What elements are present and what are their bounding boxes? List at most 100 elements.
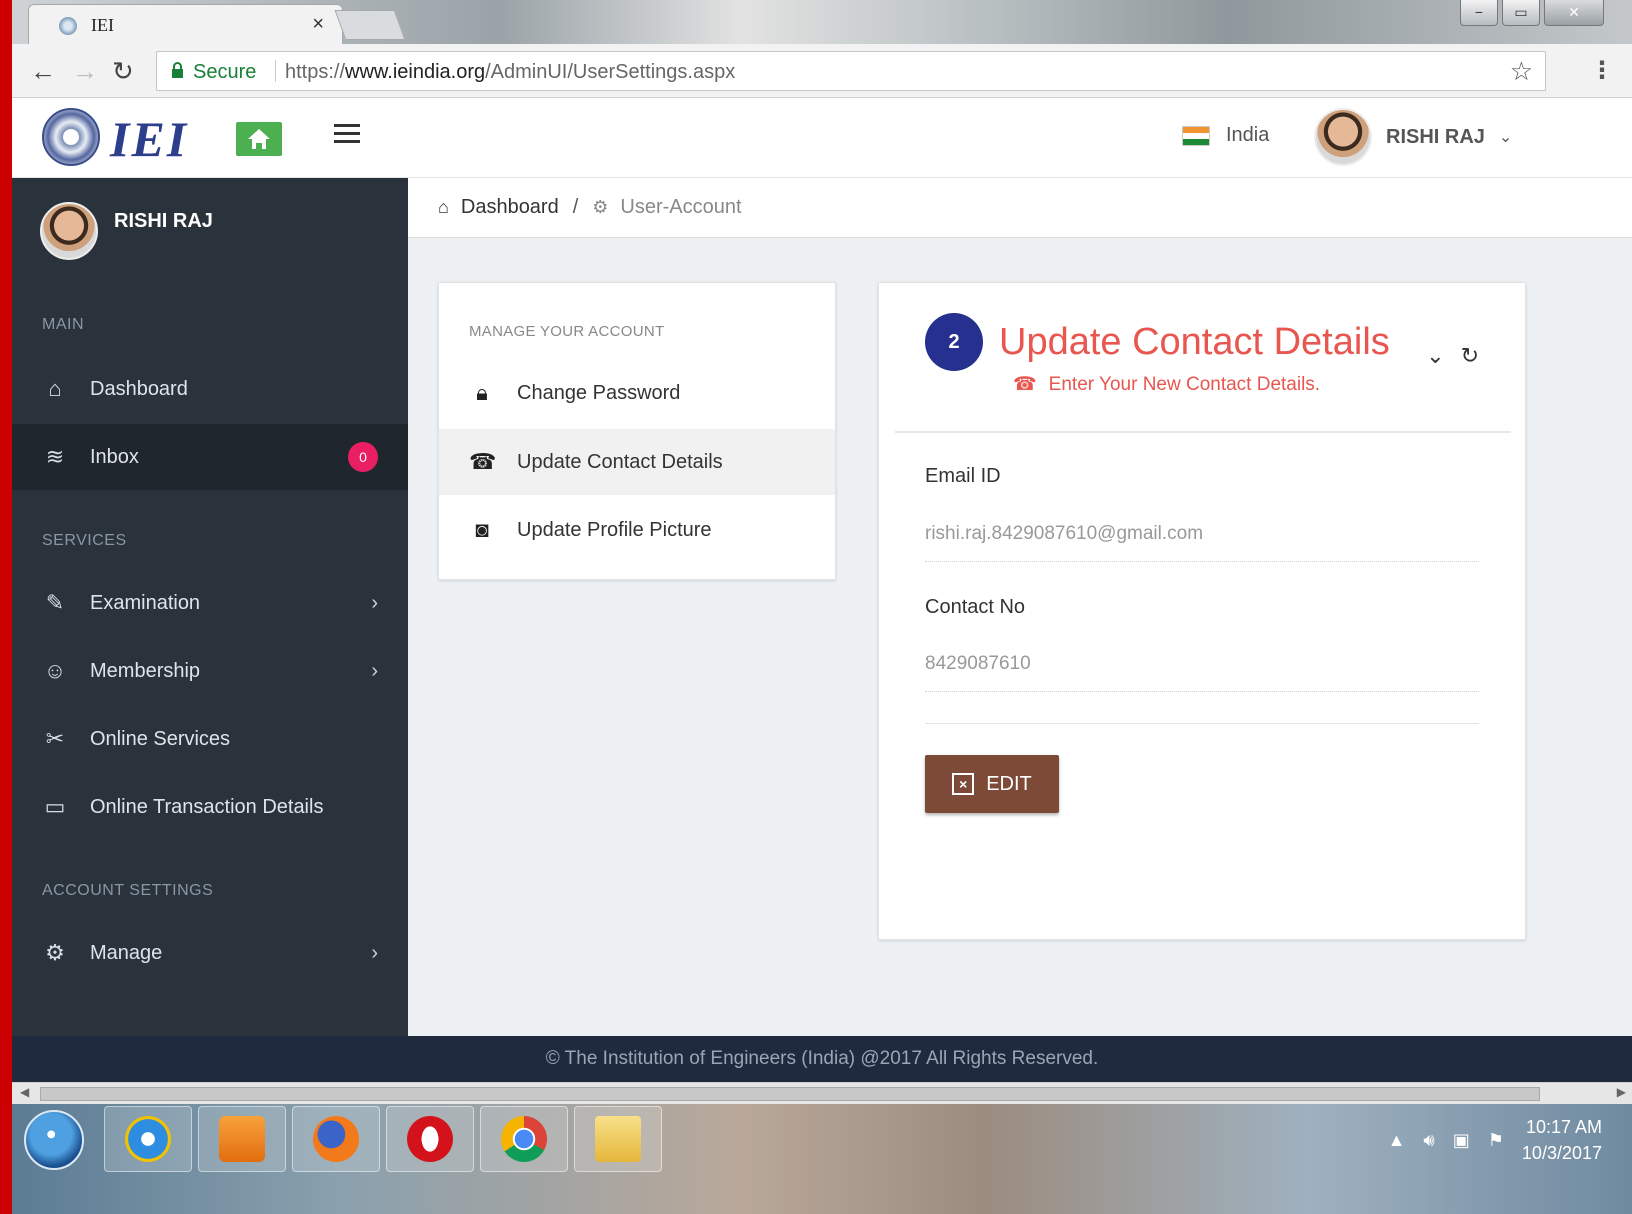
system-clock[interactable]: 10:17 AM 10/3/2017 [1522,1114,1602,1166]
user-menu[interactable]: RISHI RAJ ⌄ [1314,108,1512,166]
action-center-flag-icon[interactable]: ⚑ [1488,1130,1504,1151]
sidebar-user-name: RISHI RAJ [114,210,213,232]
maximize-button[interactable]: ▭ [1502,0,1540,26]
section-services-heading: SERVICES [42,532,127,549]
sidebar-item-label: Online Transaction Details [90,795,324,818]
phone-icon: ☎ [1013,374,1037,395]
chevron-right-icon: › [371,591,378,614]
taskbar-chrome[interactable] [480,1106,568,1172]
home-icon: ⌂ [438,197,449,217]
home-button[interactable] [236,122,282,156]
sidebar-item-online-transaction-details[interactable]: ▭ Online Transaction Details [12,774,408,840]
browser-tab[interactable]: IEI × [28,4,343,44]
address-bar: ← → ↻ Secure https://www.ieindia.org/Adm… [12,44,1632,98]
breadcrumb-current: User-Account [620,196,742,218]
bookmark-star-icon[interactable]: ☆ [1510,56,1533,87]
url-input[interactable]: Secure https://www.ieindia.org/AdminUI/U… [156,51,1546,91]
sidebar-user: RISHI RAJ [40,202,213,260]
collapse-chevron-icon[interactable]: ⌄ [1426,343,1444,369]
volume-icon[interactable]: 🔊︎ [1423,1130,1434,1151]
sidebar-item-label: Dashboard [90,377,188,400]
breadcrumb-dashboard-link[interactable]: Dashboard [461,196,559,219]
chevron-down-icon: ⌄ [1498,129,1513,146]
edit-button-label: EDIT [986,772,1032,795]
opera-icon [407,1116,453,1162]
hamburger-menu-icon[interactable] [334,124,360,148]
sidebar-item-manage[interactable]: ⚙ Manage › [12,920,408,986]
internet-explorer-icon [125,1116,171,1162]
taskbar-file-explorer[interactable] [574,1106,662,1172]
sidebar-item-label: Membership [90,659,201,682]
menu-item-update-profile-picture[interactable]: ◙ Update Profile Picture [439,497,835,563]
contact-label: Contact No [925,596,1026,618]
menu-item-label: Update Contact Details [517,450,723,473]
users-icon: ☺ [43,658,67,683]
sidebar-item-dashboard[interactable]: ⌂ Dashboard [12,356,408,422]
lock-icon [172,62,183,78]
sidebar: RISHI RAJ MAIN ⌂ Dashboard ≋ Inbox 0 SER… [12,178,408,1036]
start-button[interactable] [24,1110,84,1170]
menu-item-update-contact-details[interactable]: ☎ Update Contact Details [439,429,835,495]
tab-title: IEI [91,15,114,35]
refresh-icon[interactable]: ↻ [1461,343,1479,369]
country-selector[interactable]: India [1182,124,1269,147]
camera-icon: ◙ [475,517,489,542]
home-icon [248,129,270,149]
menu-item-change-password[interactable]: 🔒︎ Change Password [439,360,835,426]
browser-tab-bar: IEI × − ▭ ✕ [12,0,1632,44]
url-text: https://www.ieindia.org/AdminUI/UserSett… [285,61,736,83]
divider [925,723,1479,724]
scroll-left-icon[interactable]: ◀ [20,1085,29,1099]
sidebar-item-membership[interactable]: ☺ Membership › [12,638,408,704]
credit-card-icon: ▭ [44,794,66,819]
taskbar-firefox[interactable] [292,1106,380,1172]
reload-icon[interactable]: ↻ [112,56,134,87]
back-arrow-icon[interactable]: ← [30,56,56,87]
sidebar-item-online-services[interactable]: ✂ Online Services [12,706,408,772]
email-field[interactable]: rishi.raj.8429087610@gmail.com [925,523,1479,562]
menu-item-label: Change Password [517,381,681,404]
card-title: Update Contact Details [999,321,1390,363]
taskbar-internet-explorer[interactable] [104,1106,192,1172]
home-outline-icon: ⌂ [48,376,62,401]
taskbar-media-player[interactable] [198,1106,286,1172]
screen: IEI × − ▭ ✕ ← → ↻ Secure https://www.iei… [12,0,1632,1214]
card-subtitle-text: Enter Your New Contact Details. [1048,373,1321,395]
breadcrumb-separator: / [572,196,579,218]
forward-arrow-icon[interactable]: → [72,56,98,87]
window-controls: − ▭ ✕ [1460,0,1604,26]
new-tab-button[interactable] [334,10,406,40]
sidebar-item-label: Online Services [90,727,231,750]
tray-expand-icon[interactable]: ▲ [1388,1130,1406,1151]
edit-button[interactable]: × EDIT [925,755,1059,813]
sidebar-item-label: Inbox [90,445,139,468]
taskbar-opera[interactable] [386,1106,474,1172]
network-icon[interactable]: ▣ [1453,1130,1470,1151]
breadcrumb: ⌂ Dashboard / ⚙ User-Account [408,178,1632,238]
chevron-right-icon: › [371,941,378,964]
phone-icon: ☎ [469,449,497,474]
divider [895,431,1511,433]
horizontal-scrollbar[interactable]: ◀ ▶ [12,1082,1632,1104]
scrollbar-thumb[interactable] [40,1087,1540,1101]
chevron-right-icon: › [371,659,378,682]
sidebar-item-inbox[interactable]: ≋ Inbox 0 [12,424,408,490]
site-header: IEI India RISHI RAJ ⌄ [12,98,1632,178]
inbox-count-badge: 0 [348,442,378,472]
edit-box-icon: × [952,773,975,795]
omnibox-divider [275,60,276,82]
scroll-right-icon[interactable]: ▶ [1617,1085,1626,1099]
close-window-button[interactable]: ✕ [1544,0,1604,26]
tab-close-button[interactable]: × [312,13,324,36]
sidebar-item-examination[interactable]: ✎ Examination › [12,570,408,636]
avatar [1314,108,1372,166]
browser-menu-icon[interactable]: ⋮ [1590,56,1614,85]
tools-icon: ✂ [45,726,65,751]
site-logo[interactable]: IEI [110,110,188,168]
minimize-button[interactable]: − [1460,0,1498,26]
gear-icon: ⚙ [45,940,65,965]
country-label: India [1226,124,1270,146]
contact-field[interactable]: 8429087610 [925,653,1479,692]
section-main-heading: MAIN [42,316,84,333]
sidebar-item-label: Manage [90,941,163,964]
